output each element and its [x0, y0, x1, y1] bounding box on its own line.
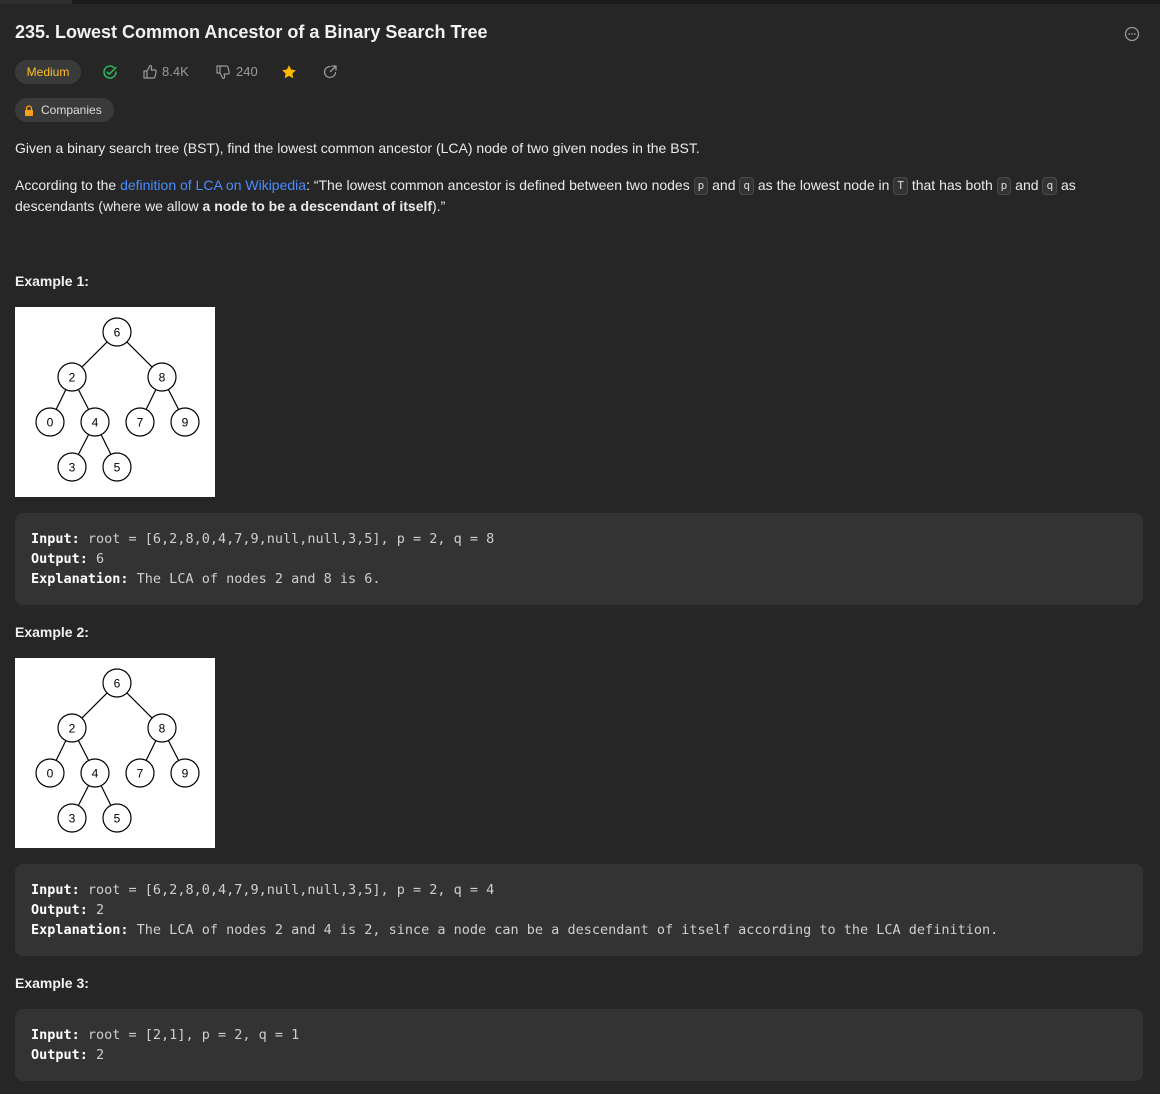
- tree-edge: [167, 740, 180, 761]
- inline-code-p: p: [996, 177, 1012, 195]
- thumbs-down-icon[interactable]: [215, 64, 231, 80]
- tree-edge: [55, 740, 67, 761]
- tree-node-label: 7: [137, 767, 144, 781]
- example-2-explanation: The LCA of nodes 2 and 4 is 2, since a n…: [128, 922, 999, 938]
- example-3-input: root = [2,1], p = 2, q = 1: [79, 1027, 300, 1043]
- tree-node-label: 3: [69, 812, 76, 826]
- tree-edge: [77, 740, 90, 761]
- tree-node-label: 4: [92, 416, 99, 430]
- example-3-title: Example 3:: [15, 975, 89, 991]
- example-3-code-block: Input: root = [2,1], p = 2, q = 1 Output…: [15, 1009, 1143, 1081]
- example-1-output: 6: [87, 551, 105, 567]
- tree-edge: [77, 785, 90, 806]
- tree-node-label: 2: [69, 371, 76, 385]
- inline-code-t: T: [893, 177, 908, 195]
- example-2-tree-image: 6 2 8 0 4 7 9 3 5: [15, 658, 215, 848]
- example-1-tree-image: 6 2 8 0 4 7 9 3 5: [15, 307, 215, 497]
- example-3-output: 2: [87, 1047, 105, 1063]
- companies-button[interactable]: Companies: [15, 98, 114, 122]
- tree-node-label: 6: [114, 326, 121, 340]
- tree-node-label: 0: [47, 416, 54, 430]
- tree-edge: [100, 434, 112, 455]
- difficulty-badge[interactable]: Medium: [15, 60, 81, 84]
- problem-meta-row: Medium 8.4K 240: [15, 60, 415, 84]
- tree-node-label: 8: [159, 722, 166, 736]
- star-icon[interactable]: [281, 64, 297, 80]
- inline-code-q: q: [739, 177, 754, 195]
- tree-node-label: 9: [182, 416, 189, 430]
- example-2-input: root = [6,2,8,0,4,7,9,null,null,3,5], p …: [79, 882, 495, 898]
- tree-node-label: 7: [137, 416, 144, 430]
- tree-node-label: 9: [182, 767, 189, 781]
- example-2-title: Example 2:: [15, 624, 89, 640]
- tree-edge: [77, 434, 90, 455]
- example-1-input: root = [6,2,8,0,4,7,9,null,null,3,5], p …: [79, 531, 495, 547]
- problem-title: 235. Lowest Common Ancestor of a Binary …: [15, 22, 488, 42]
- tree-edge: [145, 389, 157, 410]
- tree-edge: [55, 389, 67, 410]
- tree-edge: [100, 785, 112, 806]
- example-1-title: Example 1:: [15, 273, 89, 289]
- tree-edge: [126, 692, 153, 719]
- companies-label: Companies: [41, 103, 102, 117]
- tree-edge: [145, 740, 157, 761]
- tree-edge: [81, 341, 108, 368]
- tree-node-label: 8: [159, 371, 166, 385]
- tree-node-label: 5: [114, 812, 121, 826]
- tree-edge: [81, 692, 108, 719]
- tree-node-label: 6: [114, 677, 121, 691]
- top-bar: [0, 0, 1160, 4]
- example-1-code-block: Input: root = [6,2,8,0,4,7,9,null,null,3…: [15, 513, 1143, 605]
- thumbs-up-icon[interactable]: [142, 64, 158, 80]
- share-icon[interactable]: [322, 64, 338, 80]
- tree-node-label: 2: [69, 722, 76, 736]
- dislikes-count: 240: [236, 64, 258, 79]
- example-1-explanation: The LCA of nodes 2 and 8 is 6.: [128, 571, 381, 587]
- solved-check-icon: [103, 65, 117, 79]
- example-2-code-block: Input: root = [6,2,8,0,4,7,9,null,null,3…: [15, 864, 1143, 956]
- description-paragraph-2: According to the definition of LCA on Wi…: [15, 177, 1076, 214]
- tree-edge: [167, 389, 180, 410]
- tree-node-label: 0: [47, 767, 54, 781]
- description-paragraph-1: Given a binary search tree (BST), find t…: [15, 140, 700, 156]
- example-2-output: 2: [87, 902, 105, 918]
- tree-edge: [126, 341, 153, 368]
- bold-phrase: a node to be a descendant of itself: [202, 198, 433, 214]
- inline-code-p: p: [693, 177, 709, 195]
- tree-edge: [77, 389, 90, 410]
- wikipedia-link[interactable]: definition of LCA on Wikipedia: [120, 177, 306, 193]
- inline-code-q: q: [1042, 177, 1058, 195]
- likes-count: 8.4K: [162, 64, 189, 79]
- tree-node-label: 4: [92, 767, 99, 781]
- lock-icon: [25, 105, 33, 116]
- more-options-icon[interactable]: [1124, 26, 1140, 42]
- tree-node-label: 5: [114, 461, 121, 475]
- tree-node-label: 3: [69, 461, 76, 475]
